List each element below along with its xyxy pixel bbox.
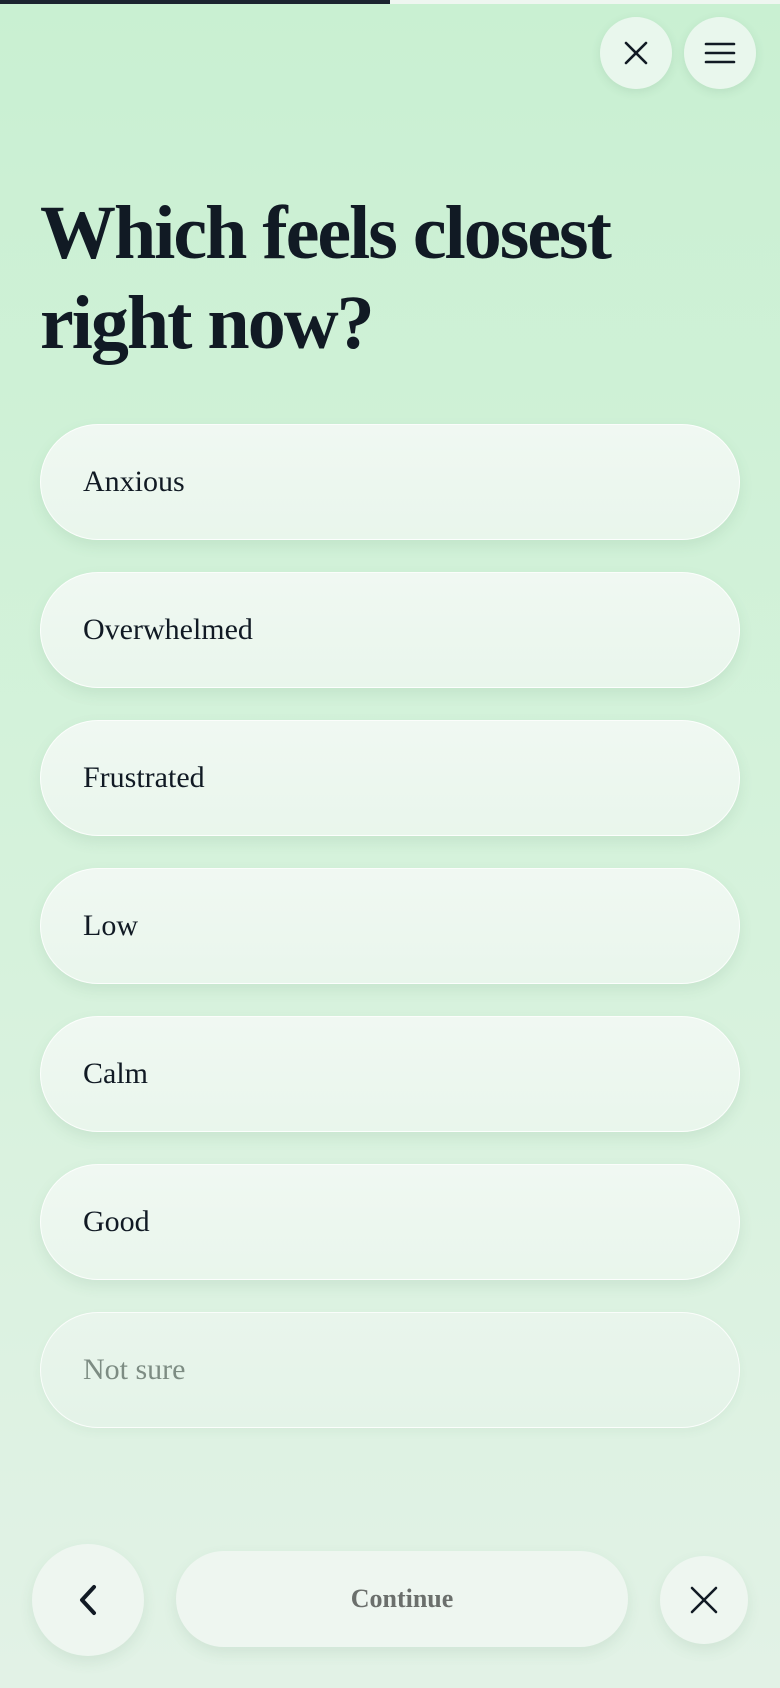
close-icon bbox=[690, 1586, 718, 1614]
option-overwhelmed[interactable]: Overwhelmed bbox=[40, 572, 740, 688]
close-bottom-button[interactable] bbox=[660, 1556, 748, 1644]
menu-button[interactable] bbox=[684, 17, 756, 89]
option-calm[interactable]: Calm bbox=[40, 1016, 740, 1132]
close-button[interactable] bbox=[600, 17, 672, 89]
option-frustrated[interactable]: Frustrated bbox=[40, 720, 740, 836]
hamburger-menu-icon bbox=[704, 42, 736, 64]
question-title: Which feels closest right now? bbox=[40, 191, 612, 365]
continue-button[interactable]: Continue bbox=[176, 1551, 628, 1647]
option-good[interactable]: Good bbox=[40, 1164, 740, 1280]
back-button[interactable] bbox=[32, 1544, 144, 1656]
progress-bar-fill bbox=[0, 0, 390, 4]
close-icon bbox=[624, 41, 648, 65]
option-list: Anxious Overwhelmed Frustrated Low Calm … bbox=[40, 424, 740, 1460]
option-low[interactable]: Low bbox=[40, 868, 740, 984]
chevron-left-icon bbox=[80, 1585, 96, 1615]
option-not-sure[interactable]: Not sure bbox=[40, 1312, 740, 1428]
progress-bar bbox=[0, 0, 780, 4]
option-anxious[interactable]: Anxious bbox=[40, 424, 740, 540]
